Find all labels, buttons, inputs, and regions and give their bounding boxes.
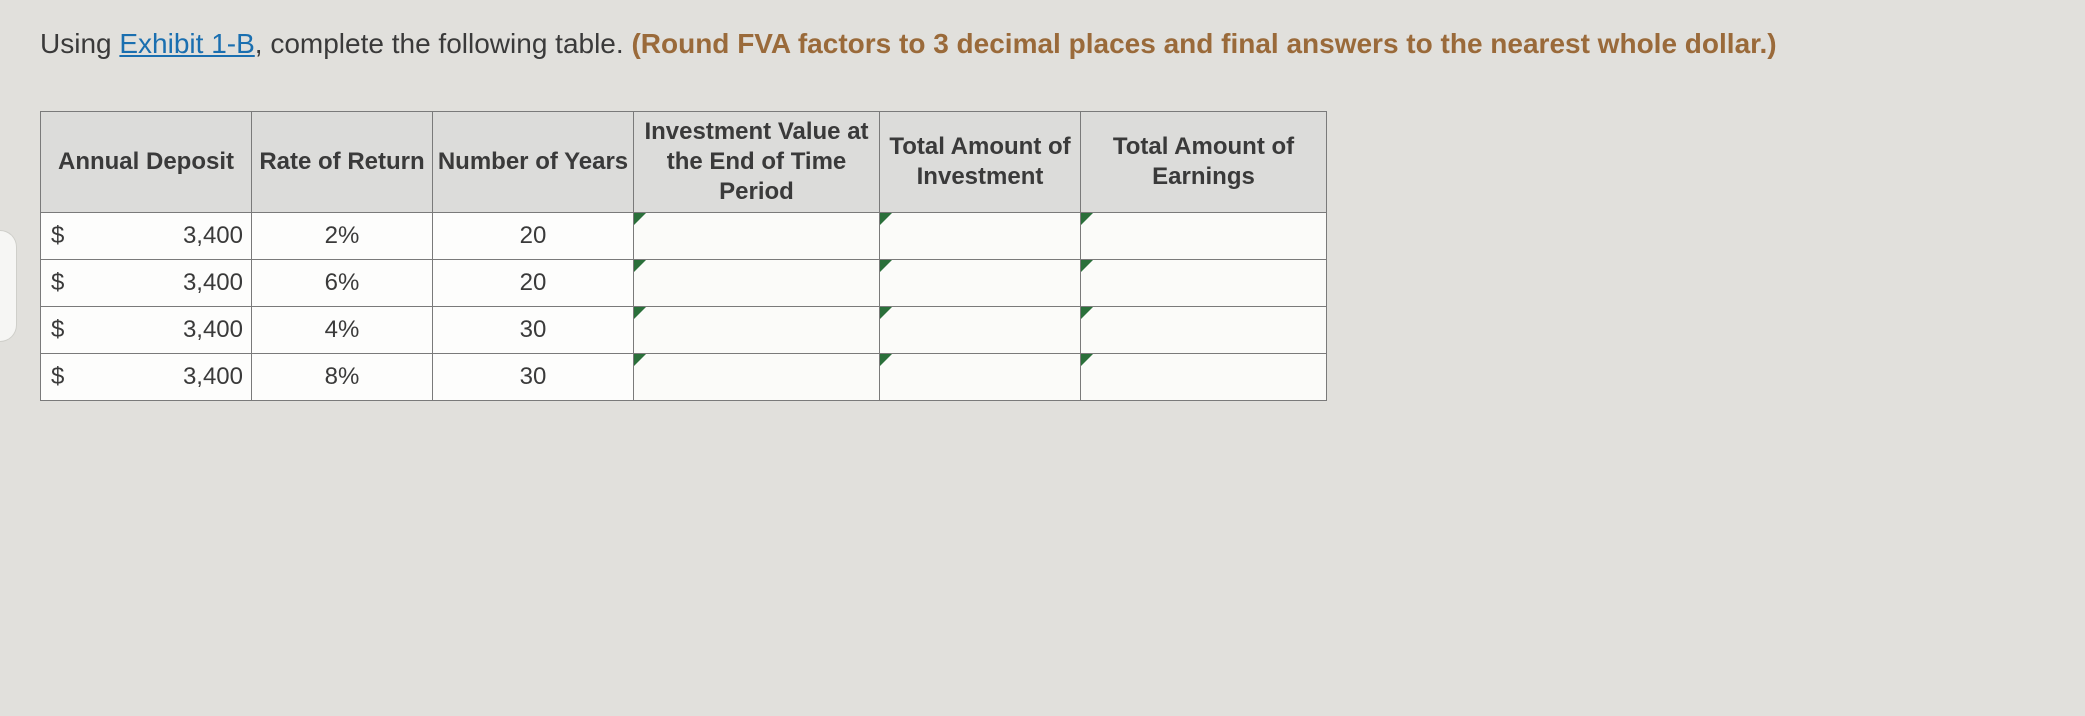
input-marker-icon <box>1081 307 1093 319</box>
header-investment-value: Investment Value at the End of Time Peri… <box>634 112 880 213</box>
input-marker-icon <box>880 354 892 366</box>
investment-value-input[interactable] <box>634 260 880 307</box>
total-investment-input[interactable] <box>880 354 1081 401</box>
investment-table: Annual Deposit Rate of Return Number of … <box>40 111 1327 401</box>
header-annual-deposit: Annual Deposit <box>41 112 252 213</box>
currency-symbol: $ <box>51 222 64 250</box>
total-earnings-input[interactable] <box>1081 213 1327 260</box>
header-total-investment: Total Amount of Investment <box>880 112 1081 213</box>
total-earnings-input[interactable] <box>1081 354 1327 401</box>
total-investment-input[interactable] <box>880 213 1081 260</box>
header-rate-of-return: Rate of Return <box>252 112 433 213</box>
question-prompt: Using Exhibit 1-B, complete the followin… <box>40 24 2045 63</box>
rate-cell: 6% <box>252 260 433 307</box>
input-marker-icon <box>634 354 646 366</box>
total-investment-input[interactable] <box>880 307 1081 354</box>
input-marker-icon <box>880 307 892 319</box>
annual-deposit-value: 3,400 <box>41 222 251 250</box>
input-marker-icon <box>634 213 646 225</box>
total-earnings-input[interactable] <box>1081 260 1327 307</box>
prompt-instruction: (Round FVA factors to 3 decimal places a… <box>631 28 1776 59</box>
input-marker-icon <box>634 260 646 272</box>
input-marker-icon <box>634 307 646 319</box>
annual-deposit-cell: $ 3,400 <box>41 260 252 307</box>
annual-deposit-value: 3,400 <box>41 363 251 391</box>
table-row: $ 3,400 4% 30 <box>41 307 1327 354</box>
annual-deposit-cell: $ 3,400 <box>41 354 252 401</box>
prompt-mid: , complete the following table. <box>255 28 632 59</box>
currency-symbol: $ <box>51 363 64 391</box>
exhibit-link[interactable]: Exhibit 1-B <box>119 28 254 59</box>
input-marker-icon <box>1081 213 1093 225</box>
years-cell: 20 <box>433 213 634 260</box>
total-earnings-input[interactable] <box>1081 307 1327 354</box>
total-investment-input[interactable] <box>880 260 1081 307</box>
annual-deposit-value: 3,400 <box>41 316 251 344</box>
currency-symbol: $ <box>51 316 64 344</box>
rate-cell: 2% <box>252 213 433 260</box>
prompt-lead: Using <box>40 28 119 59</box>
rate-cell: 8% <box>252 354 433 401</box>
table-row: $ 3,400 6% 20 <box>41 260 1327 307</box>
table-row: $ 3,400 2% 20 <box>41 213 1327 260</box>
input-marker-icon <box>1081 260 1093 272</box>
table-row: $ 3,400 8% 30 <box>41 354 1327 401</box>
input-marker-icon <box>1081 354 1093 366</box>
annual-deposit-value: 3,400 <box>41 269 251 297</box>
years-cell: 20 <box>433 260 634 307</box>
rate-cell: 4% <box>252 307 433 354</box>
annual-deposit-cell: $ 3,400 <box>41 213 252 260</box>
investment-value-input[interactable] <box>634 307 880 354</box>
investment-value-input[interactable] <box>634 213 880 260</box>
currency-symbol: $ <box>51 269 64 297</box>
header-total-earnings: Total Amount of Earnings <box>1081 112 1327 213</box>
years-cell: 30 <box>433 354 634 401</box>
investment-value-input[interactable] <box>634 354 880 401</box>
header-number-of-years: Number of Years <box>433 112 634 213</box>
input-marker-icon <box>880 213 892 225</box>
input-marker-icon <box>880 260 892 272</box>
years-cell: 30 <box>433 307 634 354</box>
page-binder-decoration <box>0 230 17 342</box>
annual-deposit-cell: $ 3,400 <box>41 307 252 354</box>
